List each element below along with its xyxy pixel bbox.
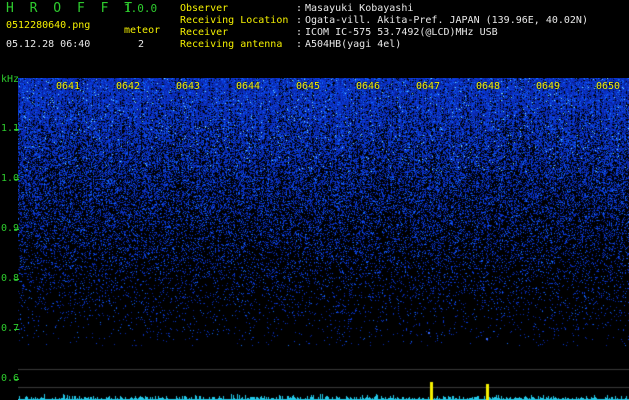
location-separator: :	[296, 15, 303, 26]
x-tick-label: 0645	[296, 81, 321, 92]
y-tick-mark	[14, 279, 19, 280]
location-value: Ogata-vill. Akita-Pref. JAPAN (139.96E, …	[305, 15, 588, 26]
observer-separator: :	[296, 3, 303, 14]
app-version: 1.0.0	[124, 2, 158, 15]
receiver-value: ICOM IC-575 53.7492(@LCD)MHz USB	[305, 27, 498, 38]
antenna-value: A504HB(yagi 4el)	[305, 39, 402, 50]
location-label: Receiving Location	[180, 15, 289, 26]
x-tick-label: 0649	[536, 81, 561, 92]
x-tick-label: 0647	[416, 81, 441, 92]
receiver-separator: :	[296, 27, 303, 38]
meteor-label: meteor	[124, 25, 161, 36]
x-tick-label: 0650	[596, 81, 621, 92]
x-tick-label: 0643	[176, 81, 201, 92]
y-tick-mark	[14, 379, 19, 380]
y-tick-mark	[14, 179, 19, 180]
meteor-count: 2	[138, 39, 145, 50]
y-tick-mark	[14, 329, 19, 330]
antenna-label: Receiving antenna	[180, 39, 283, 50]
x-tick-label: 0648	[476, 81, 501, 92]
y-tick-mark	[14, 129, 19, 130]
timestamp-label: 05.12.28 06:40	[6, 39, 91, 50]
observer-value: Masayuki Kobayashi	[305, 3, 414, 14]
observer-label: Observer	[180, 3, 229, 14]
y-tick-mark	[14, 229, 19, 230]
app-brand: H R O F F T	[6, 1, 137, 16]
x-tick-label: 0646	[356, 81, 381, 92]
x-tick-label: 0642	[116, 81, 141, 92]
spectrogram-canvas	[18, 78, 629, 400]
x-tick-label: 0641	[56, 81, 81, 92]
y-axis-unit: kHz	[1, 74, 20, 85]
x-tick-label: 0644	[236, 81, 261, 92]
filename-label: 0512280640.png	[6, 20, 91, 31]
antenna-separator: :	[296, 39, 303, 50]
receiver-label: Receiver	[180, 27, 229, 38]
